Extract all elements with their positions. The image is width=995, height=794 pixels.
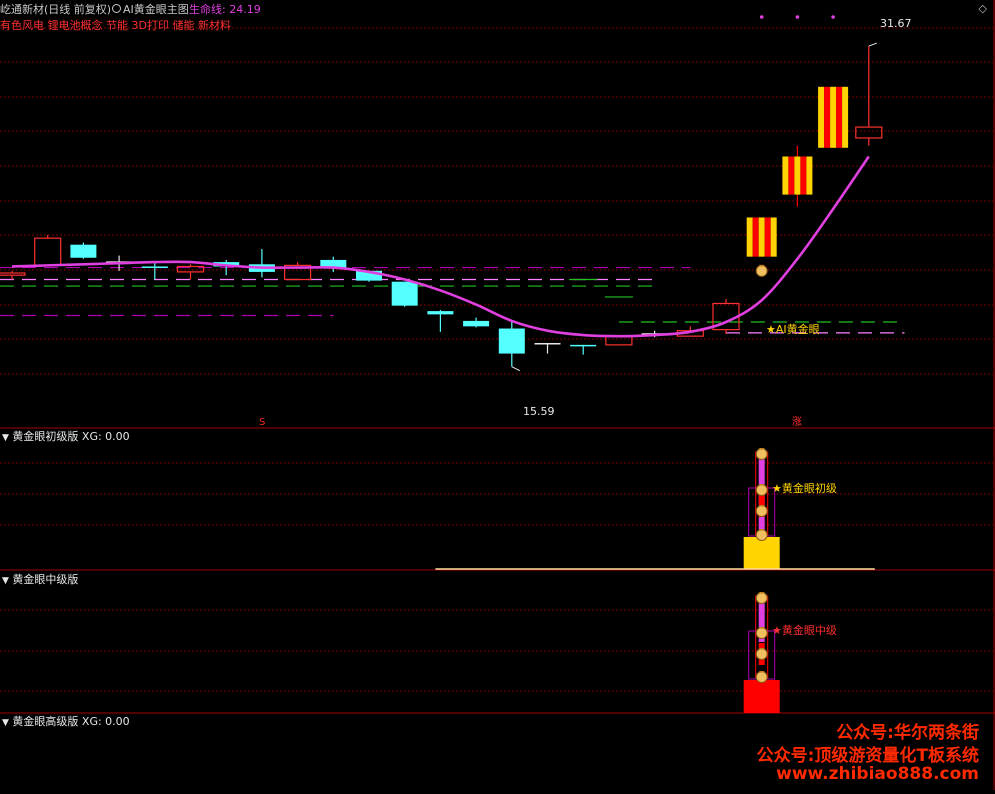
signal-bar [743,680,780,713]
candle-body [0,272,26,276]
candle-body [806,156,813,195]
candle-body [498,328,525,354]
money-bag-icon [755,627,768,639]
signal-bar [743,537,780,569]
candle-body [758,217,765,257]
panel3-xg: XG: 0.00 [81,715,130,728]
indicator-name: AI黄金眼主图 [123,3,189,16]
candle-body [836,86,843,148]
panel2-title-button[interactable]: ▼ 黄金眼中级版 [2,573,78,588]
money-bag-icon [755,264,768,277]
candle-body [855,126,883,139]
life-line-readout: 生命线: 24.19 [189,3,261,17]
candle-body [570,344,597,347]
candle-body [70,244,97,258]
life-line-label: 生命线: [189,3,226,16]
candle-body [391,281,418,306]
money-bag-icon [755,592,768,604]
chart-stage: 屹通新材(日线 前复权) AI黄金眼主图 生命线: 24.19 有色风电 锂电池… [0,0,995,790]
candle-body [34,237,62,266]
candle-body [770,217,777,257]
chevron-down-icon: ▼ [2,718,9,728]
indicator-name-button[interactable]: AI黄金眼主图 [112,3,189,17]
money-bag-icon [755,648,768,660]
circle-icon [112,4,121,13]
candle-body [782,156,789,195]
watermark-line-1: 公众号:华尔两条街 [836,723,979,743]
panel2-signal-label: ★黄金眼中级 [772,624,837,637]
panel1-signal-label: ★黄金眼初级 [772,482,837,495]
candle-body [800,156,807,195]
candle-body [788,156,795,195]
top-signal-dot [759,15,764,19]
candle-body [794,156,801,195]
top-signal-dot [795,15,800,19]
life-line [11,155,870,338]
panel2-title: 黄金眼中级版 [12,573,79,586]
candle-body [746,217,753,257]
candle-body [764,217,771,257]
diamond-icon[interactable]: ◇ [979,2,987,15]
watermark-line-3: www.zhibiao888.com [776,764,979,784]
candle-body [463,320,490,327]
money-bag-icon [755,448,768,460]
money-bag-icon [755,671,768,683]
candle-body [141,266,168,268]
candle-body [818,86,825,148]
high-price-pointer [868,42,877,47]
money-bag-icon [755,529,768,541]
candle-body [427,311,454,315]
high-price-label: 31.67 [880,17,912,30]
concept-tags: 有色风电 锂电池概念 节能 3D打印 储能 新材料 [0,19,231,32]
zhang-marker: 涨 [792,417,802,428]
ai-golden-eye-signal-label: ★AI黄金眼 [766,323,820,336]
chevron-down-icon: ▼ [2,433,9,443]
candle-body [605,335,633,346]
low-price-pointer [511,366,521,372]
chevron-down-icon: ▼ [2,576,9,586]
top-signal-dot [831,15,835,19]
panel3-title: 黄金眼高级版 [12,715,79,728]
panel1-title-button[interactable]: ▼ 黄金眼初级版 XG: 0.00 [2,430,130,445]
stock-title: 屹通新材(日线 前复权) [0,3,112,16]
life-line-value: 24.19 [229,3,261,16]
chart-canvas [0,0,995,790]
candle-body [752,217,759,257]
panel1-xg: XG: 0.00 [81,430,130,443]
low-price-label: 15.59 [523,405,555,418]
candle-body [842,86,849,148]
panel1-title: 黄金眼初级版 [12,430,79,443]
s-marker: S [259,417,266,428]
panel3-title-button[interactable]: ▼ 黄金眼高级版 XG: 0.00 [2,715,130,730]
candle-body [830,86,837,148]
watermark-line-2: 公众号:顶级游资量化T板系统 [756,746,979,766]
candle-body [824,86,831,148]
money-bag-icon [755,505,768,517]
money-bag-icon [755,484,768,496]
